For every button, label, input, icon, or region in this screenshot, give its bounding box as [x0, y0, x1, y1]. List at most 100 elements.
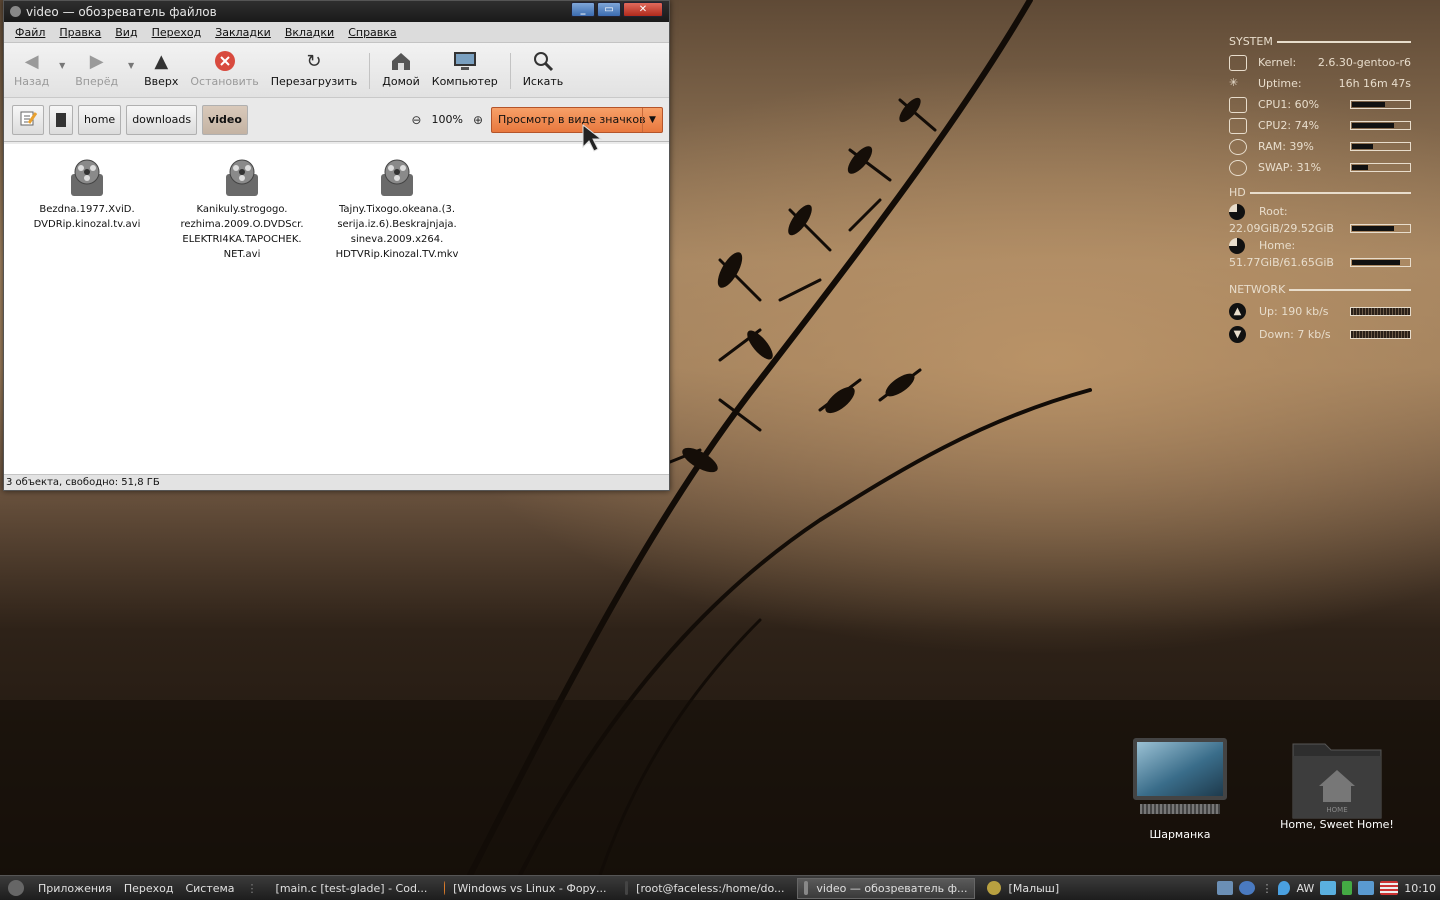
home-icon: [389, 49, 413, 73]
file-name: Tajny.Tixogo.okeana.(3. serija.iz.6).Bes…: [335, 204, 459, 260]
task-player[interactable]: [Малыш]: [981, 878, 1071, 899]
forward-button[interactable]: ▶ Вперёд: [69, 49, 124, 95]
keyboard-layout-flag-icon[interactable]: [1380, 881, 1399, 895]
search-button[interactable]: Искать: [517, 49, 570, 95]
search-label: Искать: [522, 75, 564, 88]
gentoo-logo-icon[interactable]: [8, 880, 24, 896]
menu-view[interactable]: Вид: [108, 26, 144, 39]
menu-bookmarks[interactable]: Закладки: [208, 26, 278, 39]
tray-aw-label[interactable]: AW: [1296, 882, 1314, 895]
uptime-label: Uptime:: [1258, 77, 1302, 90]
cpu1-row: CPU1: 60%: [1229, 94, 1411, 115]
crumb-downloads[interactable]: downloads: [126, 104, 198, 135]
cpu1-bar: [1350, 100, 1411, 109]
forward-history-dropdown[interactable]: ▼: [124, 49, 138, 70]
ram-bar: [1350, 142, 1411, 151]
zoom-in-icon[interactable]: ⊕: [473, 113, 483, 127]
menu-go[interactable]: Переход: [145, 26, 209, 39]
back-history-dropdown[interactable]: ▼: [55, 49, 69, 70]
taskbar: Приложения Переход Система ⋮ [main.c [te…: [0, 875, 1440, 900]
file-view[interactable]: Bezdna.1977.XviD. DVDRip.kinozal.tv.avi …: [4, 144, 669, 474]
network-section-header: NETWORK: [1229, 283, 1411, 296]
zoom-out-icon[interactable]: ⊖: [411, 113, 421, 127]
mouse-cursor-icon: [582, 123, 603, 152]
upload-speed: Up: 190 kb/s: [1259, 305, 1329, 318]
display-icon[interactable]: [1217, 881, 1234, 895]
crumb-root-button[interactable]: [49, 104, 73, 135]
menu-tabs[interactable]: Вкладки: [278, 26, 341, 39]
menu-edit[interactable]: Правка: [52, 26, 108, 39]
droplet-icon[interactable]: [1278, 881, 1291, 895]
maximize-button[interactable]: ▭: [597, 2, 621, 17]
file-item[interactable]: Bezdna.1977.XviD. DVDRip.kinozal.tv.avi: [12, 144, 162, 232]
crumb-video[interactable]: video: [202, 104, 248, 135]
minimize-button[interactable]: _: [571, 2, 595, 17]
up-label: Вверх: [144, 75, 179, 88]
desktop-icon-home[interactable]: HOME Home, Sweet Home!: [1278, 738, 1396, 831]
applications-menu[interactable]: Приложения: [32, 882, 118, 895]
download-row: ▼ Down: 7 kb/s: [1229, 323, 1411, 346]
back-button[interactable]: ◀ Назад: [8, 49, 55, 95]
menu-help[interactable]: Справка: [341, 26, 403, 39]
view-mode-select[interactable]: Просмотр в виде значков ▼: [491, 106, 663, 133]
forward-label: Вперёд: [75, 75, 119, 88]
disk-pie-icon: [1229, 237, 1245, 254]
toolbar-separator: [369, 53, 371, 89]
edit-location-button[interactable]: [12, 104, 44, 135]
task-firefox[interactable]: [Windows vs Linux - Фору...: [438, 878, 613, 899]
forward-arrow-icon: ▶: [89, 50, 104, 72]
file-manager-window[interactable]: video — обозреватель файлов _ ▭ ✕ Файл П…: [3, 0, 670, 491]
kernel-value: 2.6.30-gentoo-r6: [1317, 56, 1411, 69]
back-arrow-icon: ◀: [24, 50, 39, 72]
stop-button[interactable]: Остановить: [184, 49, 264, 95]
battery-icon[interactable]: [1342, 881, 1353, 895]
tray-app-icon[interactable]: [1320, 881, 1337, 895]
crumb-home[interactable]: home: [78, 104, 122, 135]
task-label: [Windows vs Linux - Фору...: [453, 881, 607, 895]
back-label: Назад: [14, 75, 50, 88]
task-codeblocks[interactable]: [main.c [test-glade] - Cod...: [262, 878, 432, 899]
home-button[interactable]: Домой: [376, 49, 426, 95]
computer-button[interactable]: Компьютер: [426, 49, 504, 95]
task-terminal[interactable]: [root@faceless:/home/do...: [619, 878, 791, 899]
network-icon[interactable]: [1239, 881, 1256, 895]
file-item[interactable]: Tajny.Tixogo.okeana.(3. serija.iz.6).Bes…: [322, 144, 472, 262]
task-file-manager[interactable]: video — обозреватель ф...: [796, 877, 975, 899]
system-section-header: SYSTEM: [1229, 35, 1411, 48]
upload-arrow-icon: ▲: [1229, 303, 1246, 320]
volume-icon[interactable]: [1358, 881, 1375, 895]
desktop-icon-computer[interactable]: Шарманка: [1125, 738, 1235, 841]
file-name: Kanikuly.strogogo. rezhima.2009.O.DVDScr…: [180, 204, 304, 260]
root-value: 22.09GiB/29.52GiB: [1229, 222, 1334, 235]
stop-label: Остановить: [190, 75, 259, 88]
edit-icon: [19, 109, 38, 130]
clock[interactable]: 10:10: [1404, 882, 1436, 895]
root-bar: [1350, 224, 1411, 233]
places-menu[interactable]: Переход: [118, 882, 180, 895]
hd-section-header: HD: [1229, 186, 1411, 199]
file-item[interactable]: Kanikuly.strogogo. rezhima.2009.O.DVDScr…: [167, 144, 317, 262]
download-speed: Down: 7 kb/s: [1259, 328, 1331, 341]
chevron-down-icon: ▼: [642, 107, 662, 132]
system-menu[interactable]: Система: [179, 882, 240, 895]
uptime-icon: ✳: [1229, 75, 1239, 89]
uptime-row: ✳ Uptime: 16h 16m 47s: [1229, 73, 1411, 94]
window-controls: _ ▭ ✕: [571, 2, 663, 17]
cpu1-label: CPU1: 60%: [1258, 98, 1320, 111]
window-titlebar[interactable]: video — обозреватель файлов _ ▭ ✕: [4, 1, 669, 22]
cpu2-bar: [1350, 121, 1411, 130]
taskbar-handle[interactable]: ⋮: [247, 882, 258, 895]
reload-button[interactable]: ↻ Перезагрузить: [265, 49, 364, 95]
up-arrow-icon: ▲: [154, 50, 169, 72]
swap-icon: [1229, 159, 1247, 176]
audio-player-icon: [986, 881, 1001, 895]
app-icon: [10, 6, 21, 17]
zoom-level[interactable]: 100%: [431, 113, 462, 126]
close-button[interactable]: ✕: [623, 2, 663, 17]
system-tray: ⋮ AW 10:10: [1217, 881, 1440, 895]
up-button[interactable]: ▲ Вверх: [138, 49, 184, 95]
view-mode-value: Просмотр в виде значков: [498, 113, 646, 126]
menu-file[interactable]: Файл: [8, 26, 52, 39]
swap-bar: [1350, 163, 1411, 172]
root-label: Root:: [1259, 205, 1288, 218]
